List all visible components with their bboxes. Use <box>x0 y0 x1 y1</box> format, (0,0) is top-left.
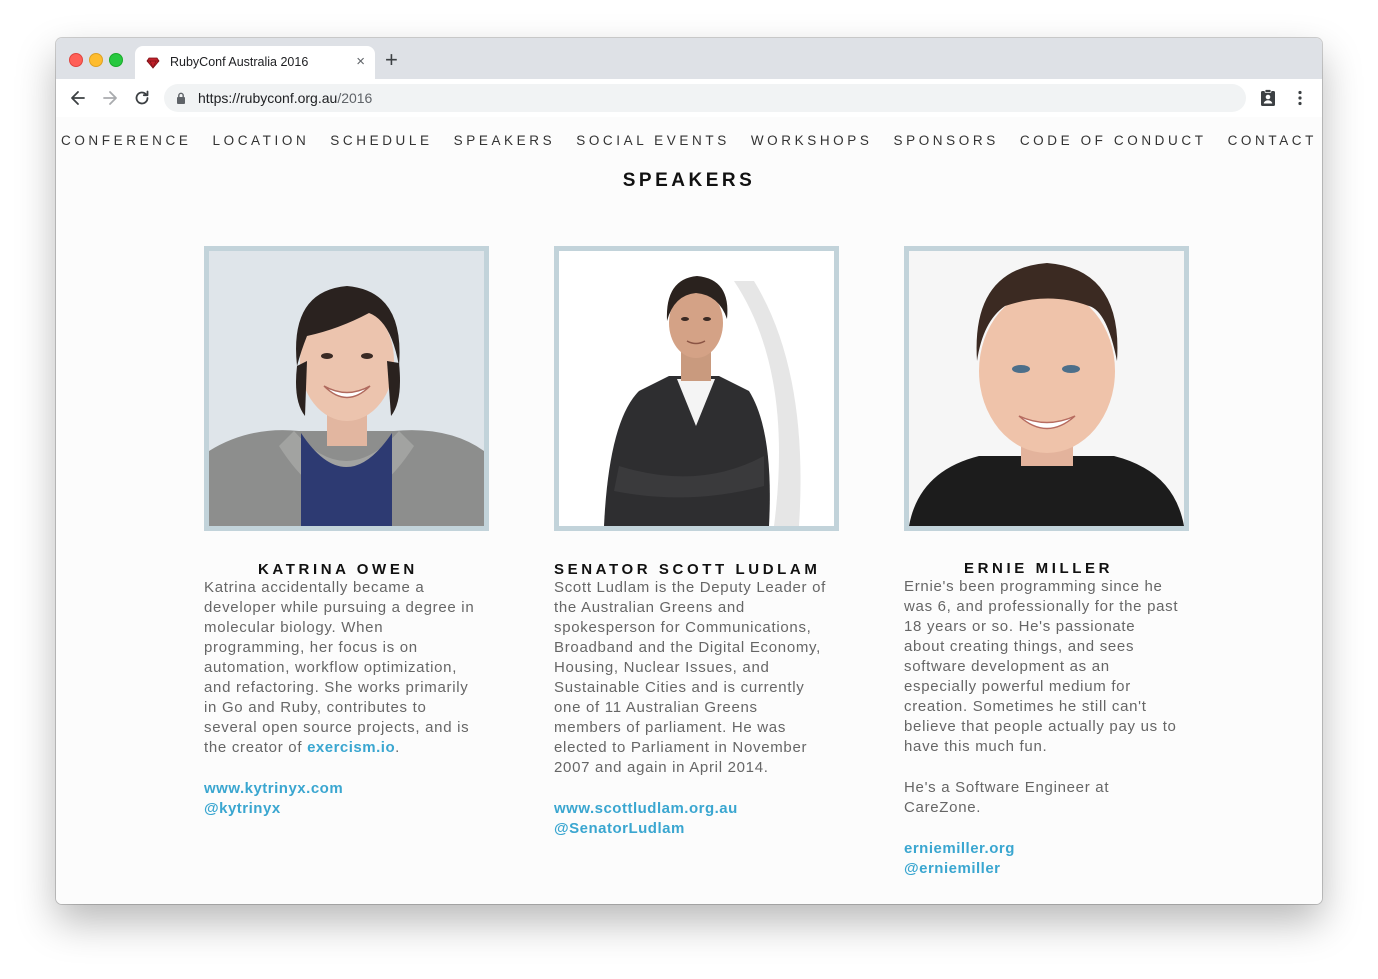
speaker-photo <box>204 246 489 531</box>
minimize-window-button[interactable] <box>89 53 103 67</box>
new-tab-button[interactable]: + <box>385 49 398 71</box>
speaker-card: ERNIE MILLER Ernie's been programming si… <box>904 246 1189 879</box>
tab-close-icon[interactable]: × <box>356 54 365 70</box>
nav-conference[interactable]: CONFERENCE <box>61 133 192 148</box>
bio-text: Ernie's been programming since he was 6,… <box>904 578 1179 755</box>
nav-speakers[interactable]: SPEAKERS <box>454 133 556 148</box>
speaker-bio: Katrina accidentally became a developer … <box>204 578 479 758</box>
speaker-card: SENATOR SCOTT LUDLAM Scott Ludlam is the… <box>554 246 839 839</box>
website-link[interactable]: erniemiller.org <box>904 839 1189 859</box>
reload-icon[interactable] <box>132 88 152 108</box>
tab-strip: RubyConf Australia 2016 × + <box>56 38 1322 79</box>
bio-text: Scott Ludlam is the Deputy Leader of the… <box>554 579 827 776</box>
maximize-window-button[interactable] <box>109 53 123 67</box>
more-menu-icon[interactable] <box>1290 88 1310 108</box>
url-host: https://rubyconf.org.au <box>198 90 338 106</box>
tab-title: RubyConf Australia 2016 <box>170 55 309 69</box>
exercism-link[interactable]: exercism.io <box>307 739 395 756</box>
scott-portrait-image <box>559 251 834 526</box>
speaker-name: KATRINA OWEN <box>258 561 418 578</box>
forward-arrow-icon[interactable] <box>100 88 120 108</box>
speaker-name: SENATOR SCOTT LUDLAM <box>554 561 821 578</box>
speaker-bio: Ernie's been programming since he was 6,… <box>904 577 1179 818</box>
main-navigation: CONFERENCE LOCATION SCHEDULE SPEAKERS SO… <box>56 133 1322 148</box>
nav-workshops[interactable]: WORKSHOPS <box>751 133 873 148</box>
clipboard-extension-icon[interactable] <box>1258 88 1278 108</box>
nav-code-of-conduct[interactable]: CODE OF CONDUCT <box>1020 133 1207 148</box>
bio-text: Katrina accidentally became a developer … <box>204 579 475 756</box>
close-window-button[interactable] <box>69 53 83 67</box>
nav-location[interactable]: LOCATION <box>212 133 309 148</box>
lock-icon <box>177 92 185 104</box>
ernie-portrait-image <box>909 251 1184 526</box>
speaker-bio: Scott Ludlam is the Deputy Leader of the… <box>554 578 829 778</box>
bio-text-2: He's a Software Engineer at CareZone. <box>904 779 1110 816</box>
bio-end: . <box>395 739 400 756</box>
twitter-link[interactable]: @erniemiller <box>904 859 1189 879</box>
twitter-link[interactable]: @SenatorLudlam <box>554 819 839 839</box>
nav-contact[interactable]: CONTACT <box>1228 133 1317 148</box>
back-arrow-icon[interactable] <box>68 88 88 108</box>
page-content: CONFERENCE LOCATION SCHEDULE SPEAKERS SO… <box>56 117 1322 904</box>
speaker-links: www.kytrinyx.com @kytrinyx <box>204 779 489 819</box>
url-path: /2016 <box>337 90 373 106</box>
nav-sponsors[interactable]: SPONSORS <box>893 133 998 148</box>
browser-window: RubyConf Australia 2016 × + https://ruby… <box>56 38 1322 904</box>
browser-tab[interactable]: RubyConf Australia 2016 × <box>135 46 375 79</box>
ruby-favicon-icon <box>146 57 160 69</box>
twitter-link[interactable]: @kytrinyx <box>204 799 489 819</box>
nav-social-events[interactable]: SOCIAL EVENTS <box>576 133 730 148</box>
speaker-links: www.scottludlam.org.au @SenatorLudlam <box>554 799 839 839</box>
speaker-photo <box>904 246 1189 531</box>
website-link[interactable]: www.scottludlam.org.au <box>554 799 839 819</box>
url-text: https://rubyconf.org.au/2016 <box>198 90 372 106</box>
katrina-portrait-image <box>209 251 484 526</box>
speaker-photo <box>554 246 839 531</box>
nav-schedule[interactable]: SCHEDULE <box>330 133 432 148</box>
section-title: SPEAKERS <box>622 170 756 191</box>
address-bar[interactable]: https://rubyconf.org.au/2016 <box>164 84 1246 112</box>
speaker-name: ERNIE MILLER <box>964 560 1114 577</box>
browser-toolbar: https://rubyconf.org.au/2016 <box>56 79 1322 118</box>
speaker-card: KATRINA OWEN Katrina accidentally became… <box>204 246 489 819</box>
speaker-links: erniemiller.org @erniemiller <box>904 839 1189 879</box>
website-link[interactable]: www.kytrinyx.com <box>204 779 489 799</box>
